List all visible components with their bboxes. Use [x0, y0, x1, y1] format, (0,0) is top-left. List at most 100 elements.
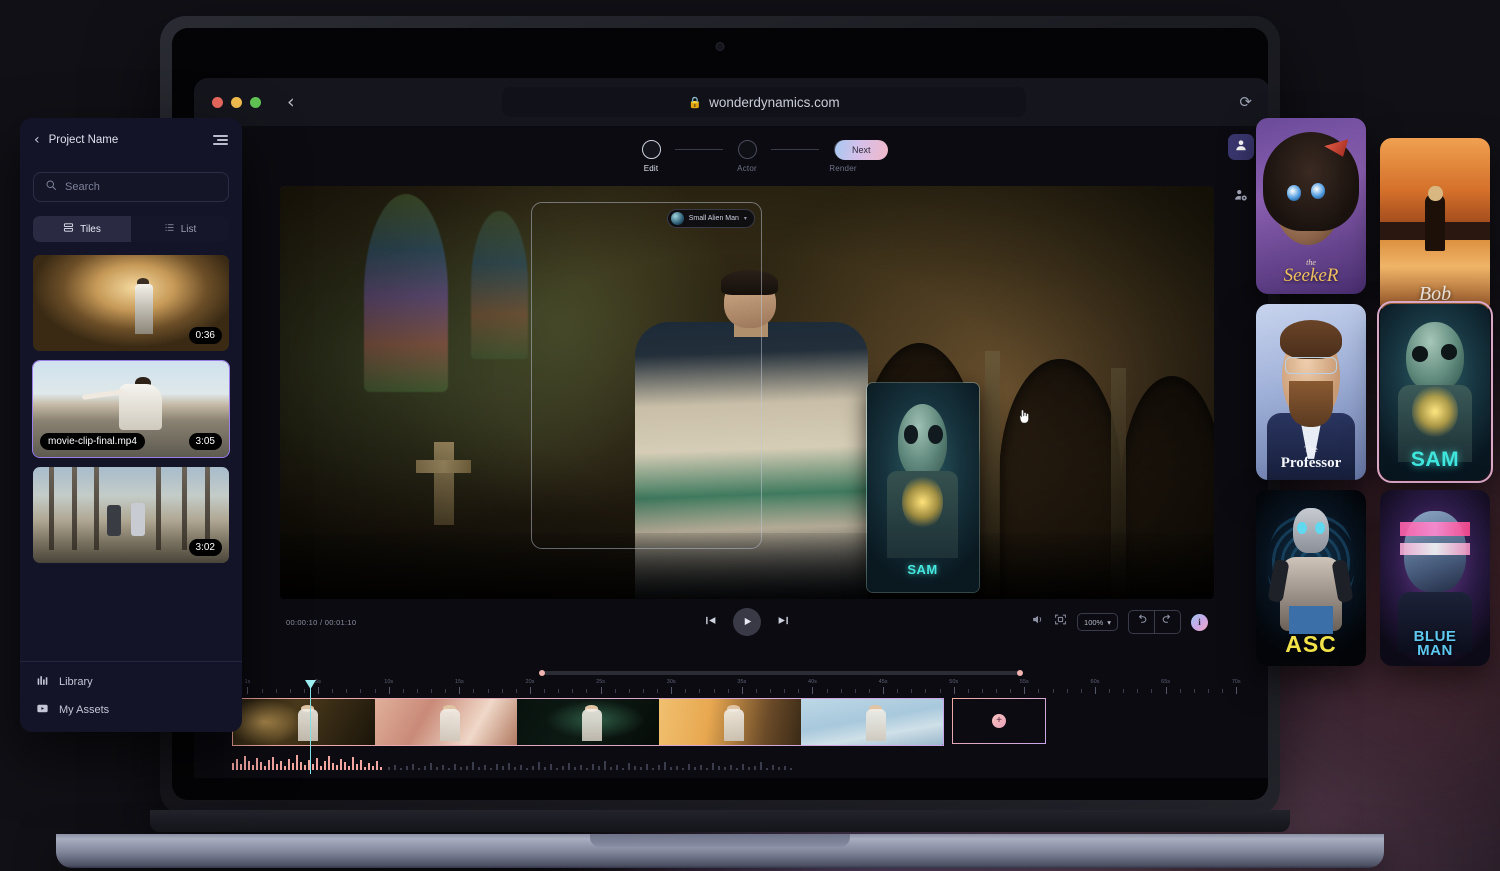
- ruler-tick-minor: [1123, 689, 1125, 693]
- audio-waveform[interactable]: [232, 750, 1012, 772]
- ruler-tick-minor: [275, 689, 277, 693]
- ruler-tick-minor: [826, 689, 828, 693]
- panel-body: Tiles List 0:36 movie-clip-final.mp4 3:0…: [20, 162, 242, 661]
- actor-selection-box[interactable]: Small Alien Man ▾: [531, 201, 762, 549]
- timeline-clip[interactable]: [517, 699, 659, 745]
- user-icon: [1234, 138, 1248, 157]
- browser-back-icon[interactable]: ‹: [287, 92, 295, 112]
- minimize-button[interactable]: [231, 96, 242, 108]
- chevron-down-icon: ▾: [1107, 617, 1111, 627]
- ruler-tick-minor: [1038, 689, 1040, 693]
- character-card-sam[interactable]: SAM: [1377, 301, 1493, 483]
- info-badge-icon[interactable]: i: [1191, 613, 1208, 631]
- view-mode-list-label: List: [180, 223, 197, 235]
- view-mode-list[interactable]: List: [131, 216, 229, 242]
- panel-footer: Library My Assets: [20, 661, 242, 732]
- character-card-bob[interactable]: Bob: [1380, 138, 1490, 314]
- close-button[interactable]: [212, 96, 223, 108]
- step-edit[interactable]: Edit: [627, 139, 675, 173]
- ruler-tick-minor: [614, 689, 616, 693]
- ruler-tick-minor: [360, 689, 362, 693]
- sam-label: SAM: [1410, 448, 1460, 471]
- ruler-tick-minor: [868, 689, 870, 693]
- professor-hair: [1280, 319, 1342, 359]
- ruler-tick-minor: [770, 689, 772, 693]
- undo-button[interactable]: [1129, 611, 1154, 633]
- undo-redo-group: [1128, 610, 1181, 634]
- next-button[interactable]: Next: [835, 140, 888, 160]
- asset-tile[interactable]: movie-clip-final.mp4 3:05: [32, 360, 230, 458]
- view-mode-tiles-label: Tiles: [80, 223, 101, 235]
- volume-button[interactable]: [1031, 613, 1044, 631]
- address-bar[interactable]: 🔒 wonderdynamics.com: [502, 87, 1027, 117]
- timeline-clip[interactable]: [801, 699, 943, 745]
- timeline-clip[interactable]: [659, 699, 801, 745]
- video-preview[interactable]: Small Alien Man ▾ SAM: [280, 186, 1214, 599]
- app-root: Edit Actor Render Next Small Alien Man ▾…: [194, 126, 1268, 778]
- fit-screen-button[interactable]: [1054, 613, 1067, 631]
- character-card-label: the SeekeR: [1256, 258, 1366, 286]
- panel-back-icon[interactable]: ‹: [34, 132, 40, 148]
- character-card-asc[interactable]: ASC: [1256, 490, 1366, 666]
- asset-thumb-figure: [119, 384, 163, 431]
- volume-icon: [1031, 613, 1044, 631]
- ruler-tick-minor: [544, 689, 546, 693]
- laptop-base: [56, 834, 1384, 868]
- ruler-tick-minor: [445, 689, 447, 693]
- asset-tile[interactable]: 0:36: [33, 255, 229, 351]
- url-text: wonderdynamics.com: [709, 94, 840, 110]
- play-button[interactable]: [733, 608, 761, 636]
- character-card-professor[interactable]: The Professor: [1256, 304, 1366, 480]
- ruler-tick-minor: [402, 689, 404, 693]
- zoom-level-select[interactable]: 100% ▾: [1077, 613, 1118, 631]
- ruler-tick-minor: [346, 689, 348, 693]
- skip-previous-button[interactable]: [704, 614, 717, 630]
- add-clip-button[interactable]: +: [952, 698, 1046, 744]
- timeline-playhead[interactable]: [310, 680, 311, 774]
- account-button[interactable]: [1228, 134, 1254, 160]
- player-controls: 00:00:10 / 00:01:10 100% ▾ i: [280, 599, 1214, 645]
- reload-icon[interactable]: ⟳: [1239, 93, 1252, 111]
- actor-name-label: Small Alien Man: [688, 214, 739, 222]
- actor-dropdown[interactable]: Small Alien Man ▾: [666, 208, 755, 228]
- plus-icon: +: [992, 714, 1006, 728]
- footer-item-library[interactable]: Library: [36, 674, 226, 690]
- hamburger-menu-icon[interactable]: [213, 135, 228, 145]
- ruler-tick-minor: [939, 689, 941, 693]
- step-actor[interactable]: Actor: [723, 139, 771, 173]
- collaborators-button[interactable]: [1230, 186, 1252, 208]
- asset-tile[interactable]: 3:02: [33, 467, 229, 563]
- skip-next-button[interactable]: [777, 614, 790, 630]
- search-input[interactable]: [65, 181, 217, 193]
- ruler-tick-minor: [996, 689, 998, 693]
- search-box[interactable]: [33, 172, 229, 202]
- redo-button[interactable]: [1154, 611, 1180, 633]
- ruler-tick-minor: [1222, 689, 1224, 693]
- clip-strip: [232, 698, 944, 746]
- ruler-tick: [1236, 687, 1238, 694]
- view-mode-tiles[interactable]: Tiles: [33, 216, 131, 242]
- character-card-blueman[interactable]: BLUE MAN: [1380, 490, 1490, 666]
- asset-thumb-person-2: [131, 503, 145, 537]
- character-card-seeker[interactable]: the SeekeR: [1256, 118, 1366, 294]
- timeline-ruler[interactable]: 1s 5s 10s 15s 20s 25s 30s 35s 40s 45s 50s 55s 60s 65s…: [232, 679, 1262, 698]
- timeline-scrollbar[interactable]: [539, 670, 1023, 676]
- timeline-clip[interactable]: [375, 699, 517, 745]
- ruler-tick-minor: [727, 689, 729, 693]
- character-gallery: the SeekeR Bob The Professor SAM ASC BLU…: [1256, 118, 1500, 666]
- ruler-tick-minor: [558, 689, 560, 693]
- asset-tiles: 0:36 movie-clip-final.mp4 3:05 3:02: [32, 255, 230, 563]
- ruler-tick-minor: [1066, 689, 1068, 693]
- ruler-tick-minor: [784, 689, 786, 693]
- timeline-clip[interactable]: [233, 699, 375, 745]
- maximize-button[interactable]: [250, 96, 261, 108]
- ruler-label: 40s: [808, 679, 817, 685]
- ruler-tick: [600, 687, 602, 694]
- ruler-label: 10s: [384, 679, 394, 685]
- footer-item-my-assets[interactable]: My Assets: [36, 702, 226, 718]
- ruler-tick-minor: [967, 689, 969, 693]
- character-card-label: Bob: [1380, 283, 1490, 306]
- window-traffic-lights[interactable]: [212, 96, 261, 108]
- dragged-character-card[interactable]: SAM: [865, 382, 980, 593]
- blueman-label: MAN: [1417, 641, 1453, 659]
